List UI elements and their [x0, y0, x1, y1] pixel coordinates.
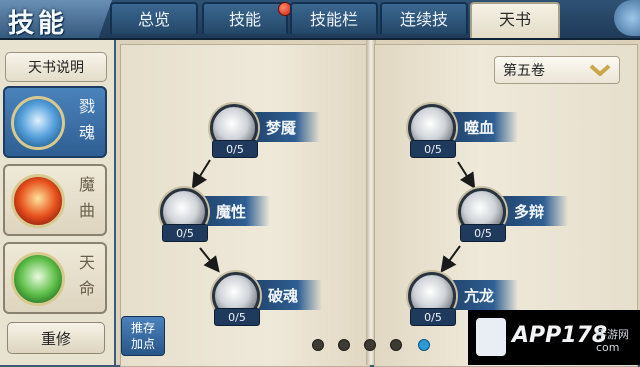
skill-name: 噬血	[464, 119, 495, 137]
app178-watermark: APP178 手游网 com	[468, 310, 640, 365]
page-dot-5[interactable]	[418, 339, 430, 351]
skill-node-shi-xue[interactable]: 噬血 0/5	[408, 104, 518, 162]
skill-level: 0/5	[212, 140, 258, 158]
page-dot-2[interactable]	[338, 339, 350, 351]
connector-arrow	[457, 161, 476, 190]
skill-name: 多辩	[514, 203, 545, 221]
recommend-label-line2: 加点	[130, 337, 155, 351]
watermark-sub2: com	[596, 341, 620, 354]
recommend-points-button[interactable]: 推存 加点	[121, 316, 165, 356]
connector-arrow	[199, 247, 220, 273]
phone-logo-icon	[476, 318, 506, 356]
skill-name: 亢龙	[464, 287, 495, 305]
skill-name: 梦魇	[266, 119, 297, 137]
skill-node-meng-yan[interactable]: 梦魇 0/5	[210, 104, 320, 162]
skill-level: 0/5	[460, 224, 506, 242]
skill-node-mo-xing[interactable]: 魔性 0/5	[160, 188, 270, 246]
watermark-brand: APP178	[512, 323, 608, 348]
recommend-label-line1: 推存	[130, 321, 155, 335]
connector-arrow	[191, 159, 211, 190]
skill-node-po-hun[interactable]: 破魂 0/5	[212, 272, 322, 330]
skill-name: 魔性	[216, 203, 247, 221]
skill-name: 破魂	[268, 287, 299, 305]
skill-level: 0/5	[410, 140, 456, 158]
page-dot-3[interactable]	[364, 339, 376, 351]
skill-node-duo-bian[interactable]: 多辩 0/5	[458, 188, 568, 246]
skill-level: 0/5	[214, 308, 260, 326]
connector-arrow	[440, 245, 461, 273]
watermark-sub: 手游网	[596, 328, 629, 341]
skill-level: 0/5	[162, 224, 208, 242]
page-dot-4[interactable]	[390, 339, 402, 351]
page-dot-1[interactable]	[312, 339, 324, 351]
skill-level: 0/5	[410, 308, 456, 326]
